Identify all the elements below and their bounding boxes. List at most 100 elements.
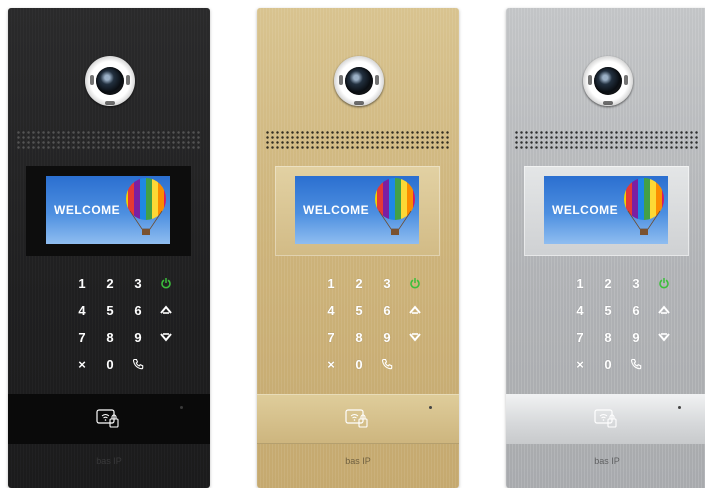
key-4[interactable]: 4 (321, 301, 341, 321)
card-reader-icon[interactable] (345, 408, 369, 430)
key-power[interactable] (654, 274, 674, 294)
key-call[interactable] (626, 355, 646, 375)
key-0[interactable]: 0 (598, 355, 618, 375)
camera-icon (85, 56, 135, 106)
camera-ring-notch (105, 101, 115, 105)
camera-ring-notch (603, 101, 613, 105)
key-6[interactable]: 6 (128, 301, 148, 321)
chevron-up-icon (409, 305, 421, 314)
key-down[interactable] (156, 328, 176, 348)
key-call[interactable] (128, 355, 148, 375)
power-icon (161, 278, 171, 289)
status-led (180, 406, 183, 409)
intercom-panel-gold: WELCOME 1 2 3 4 5 6 7 8 9 × 0 bas IP (257, 8, 459, 488)
chevron-up-icon (160, 305, 172, 314)
status-led (678, 406, 681, 409)
intercom-panel-black: WELCOME 1 2 3 4 5 6 7 8 9 × 0 bas IP (8, 8, 210, 488)
chevron-down-icon (658, 333, 670, 342)
key-down[interactable] (654, 328, 674, 348)
camera-icon (334, 56, 384, 106)
key-6[interactable]: 6 (626, 301, 646, 321)
phone-icon (630, 358, 642, 370)
brand-logo: bas IP (594, 456, 620, 466)
key-7[interactable]: 7 (72, 328, 92, 348)
key-cancel[interactable]: × (321, 355, 341, 375)
key-9[interactable]: 9 (377, 328, 397, 348)
key-2[interactable]: 2 (598, 274, 618, 294)
key-1[interactable]: 1 (72, 274, 92, 294)
camera-ring-notch (375, 75, 379, 85)
chevron-down-icon (409, 333, 421, 342)
key-7[interactable]: 7 (321, 328, 341, 348)
key-cancel[interactable]: × (570, 355, 590, 375)
hot-air-balloon-image (624, 178, 664, 235)
welcome-text: WELCOME (552, 203, 619, 217)
key-5[interactable]: 5 (598, 301, 618, 321)
key-2[interactable]: 2 (100, 274, 120, 294)
key-0[interactable]: 0 (100, 355, 120, 375)
display-bezel: WELCOME (524, 166, 689, 256)
key-3[interactable]: 3 (128, 274, 148, 294)
key-7[interactable]: 7 (570, 328, 590, 348)
camera-ring-notch (339, 75, 343, 85)
card-reader-strip (506, 394, 705, 444)
key-1[interactable]: 1 (321, 274, 341, 294)
status-led (429, 406, 432, 409)
key-5[interactable]: 5 (349, 301, 369, 321)
camera-ring-notch (588, 75, 592, 85)
key-power[interactable] (405, 274, 425, 294)
power-icon (659, 278, 669, 289)
phone-icon (381, 358, 393, 370)
card-reader-icon[interactable] (594, 408, 618, 430)
key-6[interactable]: 6 (377, 301, 397, 321)
display-screen: WELCOME (295, 176, 419, 244)
key-call[interactable] (377, 355, 397, 375)
camera-lens (96, 67, 124, 95)
display-bezel: WELCOME (275, 166, 440, 256)
display-bezel: WELCOME (26, 166, 191, 256)
chevron-down-icon (160, 333, 172, 342)
display-screen: WELCOME (46, 176, 170, 244)
camera-icon (583, 56, 633, 106)
key-9[interactable]: 9 (626, 328, 646, 348)
key-8[interactable]: 8 (100, 328, 120, 348)
key-up[interactable] (156, 301, 176, 321)
speaker-grille (265, 130, 451, 150)
key-4[interactable]: 4 (570, 301, 590, 321)
hot-air-balloon-image (375, 178, 415, 235)
camera-lens (594, 67, 622, 95)
key-8[interactable]: 8 (598, 328, 618, 348)
card-reader-icon[interactable] (96, 408, 120, 430)
phone-icon (132, 358, 144, 370)
key-2[interactable]: 2 (349, 274, 369, 294)
key-power[interactable] (156, 274, 176, 294)
brand-logo: bas IP (96, 456, 122, 466)
key-5[interactable]: 5 (100, 301, 120, 321)
key-down[interactable] (405, 328, 425, 348)
key-0[interactable]: 0 (349, 355, 369, 375)
key-3[interactable]: 3 (377, 274, 397, 294)
key-4[interactable]: 4 (72, 301, 92, 321)
card-reader-strip (8, 394, 210, 444)
intercom-panel-silver: WELCOME 1 2 3 4 5 6 7 8 9 × 0 bas IP (506, 8, 705, 488)
card-reader-strip (257, 394, 459, 444)
welcome-text: WELCOME (303, 203, 370, 217)
key-up[interactable] (654, 301, 674, 321)
camera-ring-notch (624, 75, 628, 85)
key-3[interactable]: 3 (626, 274, 646, 294)
key-up[interactable] (405, 301, 425, 321)
camera-ring-notch (354, 101, 364, 105)
power-icon (410, 278, 420, 289)
key-9[interactable]: 9 (128, 328, 148, 348)
display-screen: WELCOME (544, 176, 668, 244)
camera-ring-notch (90, 75, 94, 85)
welcome-text: WELCOME (54, 203, 121, 217)
key-1[interactable]: 1 (570, 274, 590, 294)
key-8[interactable]: 8 (349, 328, 369, 348)
chevron-up-icon (658, 305, 670, 314)
speaker-grille (16, 130, 202, 150)
key-cancel[interactable]: × (72, 355, 92, 375)
camera-lens (345, 67, 373, 95)
speaker-grille (514, 130, 700, 150)
brand-logo: bas IP (345, 456, 371, 466)
